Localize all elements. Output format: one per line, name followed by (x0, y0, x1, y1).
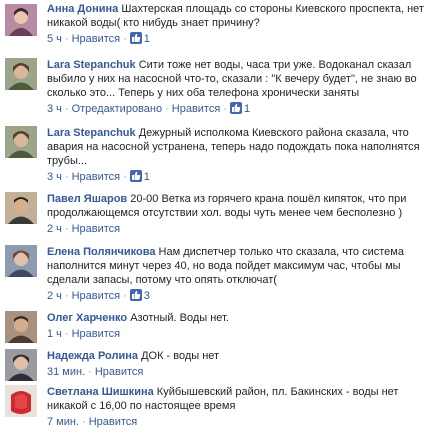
comment-author[interactable]: Надежда Ролина (47, 350, 138, 362)
avatar[interactable] (5, 58, 37, 90)
like-button[interactable]: Нравится (172, 103, 221, 115)
edited-label[interactable]: Отредактировано (72, 103, 163, 115)
comment-time[interactable]: 3 ч (47, 103, 62, 115)
comment-meta: 5 ч · Нравится · 1 (47, 32, 150, 45)
comment-text: ДОК - воды нет (141, 350, 220, 362)
comment-meta: 7 мин. · Нравится (47, 416, 138, 428)
comment-meta: 1 ч · Нравится (47, 328, 121, 340)
user-avatar-icon (5, 245, 37, 277)
comment-meta: 3 ч · Нравится · 1 (47, 170, 150, 183)
user-avatar-icon (5, 192, 37, 224)
user-avatar-icon (5, 349, 37, 381)
like-button[interactable]: Нравится (72, 290, 121, 302)
avatar[interactable] (5, 349, 37, 381)
like-count[interactable]: 1 (129, 32, 150, 45)
comment-meta: 2 ч · Нравится · 3 (47, 289, 150, 302)
comment-author[interactable]: Олег Харченко (47, 312, 127, 324)
thumbs-up-icon (129, 32, 142, 44)
avatar[interactable] (5, 385, 37, 417)
like-count[interactable]: 3 (129, 289, 150, 302)
user-avatar-icon (5, 126, 37, 158)
user-avatar-icon (5, 4, 37, 36)
comment-author[interactable]: Анна Донина (47, 3, 118, 15)
comment-meta: 2 ч · Нравится (47, 223, 121, 235)
comment-time[interactable]: 2 ч (47, 223, 62, 235)
user-avatar-icon (5, 311, 37, 343)
comment-author[interactable]: Lara Stepanchuk (47, 127, 136, 139)
like-button[interactable]: Нравится (72, 328, 121, 340)
like-button[interactable]: Нравится (89, 416, 138, 428)
thumbs-up-icon (229, 102, 242, 114)
comment-meta: 3 ч · Отредактировано · Нравится · 1 (47, 102, 251, 115)
comment-author[interactable]: Павел Яшаров (47, 193, 127, 205)
comment-time[interactable]: 2 ч (47, 290, 62, 302)
like-count[interactable]: 1 (229, 102, 250, 115)
comment-time[interactable]: 1 ч (47, 328, 62, 340)
avatar[interactable] (5, 311, 37, 343)
comment-time[interactable]: 7 мин. (47, 416, 79, 428)
avatar[interactable] (5, 4, 37, 36)
comment-time[interactable]: 3 ч (47, 171, 62, 183)
like-button[interactable]: Нравится (72, 171, 121, 183)
like-button[interactable]: Нравится (72, 223, 121, 235)
like-button[interactable]: Нравится (95, 366, 144, 378)
avatar[interactable] (5, 245, 37, 277)
comment-author[interactable]: Lara Stepanchuk (47, 59, 136, 71)
comment-text: Азотный. Воды нет. (130, 312, 229, 324)
like-count[interactable]: 1 (129, 170, 150, 183)
comment-time[interactable]: 5 ч (47, 33, 62, 45)
user-avatar-icon (5, 58, 37, 90)
comment-meta: 31 мин. · Нравится (47, 366, 144, 378)
comment-author[interactable]: Елена Полянчикова (47, 246, 155, 258)
comment-list: Анна Донина Шахтерская площадь со сторон… (0, 0, 433, 437)
comment-time[interactable]: 31 мин. (47, 366, 85, 378)
thumbs-up-icon (129, 289, 142, 301)
thumbs-up-icon (129, 170, 142, 182)
avatar[interactable] (5, 192, 37, 224)
user-avatar-icon (5, 385, 37, 417)
like-button[interactable]: Нравится (72, 33, 121, 45)
avatar[interactable] (5, 126, 37, 158)
comment-author[interactable]: Светлана Шишкина (47, 386, 154, 398)
